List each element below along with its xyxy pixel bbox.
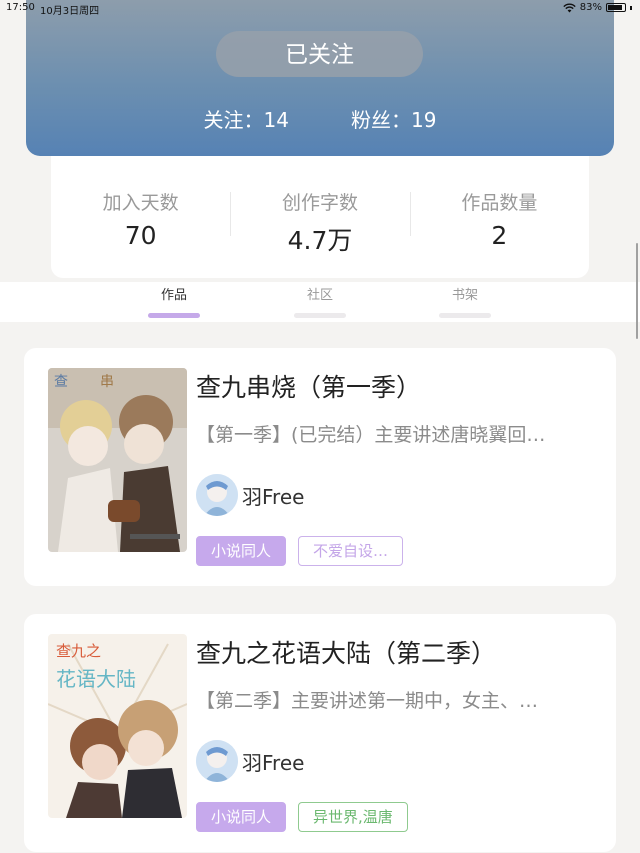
status-bar: 17:50 10月3日周四 83% — [0, 0, 640, 17]
author[interactable]: 羽Free — [196, 740, 304, 782]
avatar[interactable] — [196, 474, 238, 516]
tag-list: 小说同人 不爱自设… — [196, 536, 404, 566]
stat-label: 作品数量 — [461, 192, 538, 214]
stat-works-count: 作品数量 2 — [409, 156, 589, 278]
tag[interactable]: 小说同人 — [196, 536, 287, 566]
book-card[interactable]: 查 串 查九串烧（第一季） 【第一季】(已完结）主要讲述唐晓翼回… 羽Free … — [24, 348, 616, 586]
scrollbar[interactable] — [636, 243, 638, 339]
author-name[interactable]: 羽Free — [242, 747, 304, 776]
book-cover[interactable]: 查九之 花语大陆 — [48, 634, 187, 818]
tab-label: 作品 — [160, 288, 187, 303]
book-card[interactable]: 查九之 花语大陆 查九之花语大陆（第二季） 【第二季】主要讲述第一期中，女主、…… — [24, 614, 616, 852]
book-cover[interactable]: 查 串 — [48, 368, 187, 552]
tab-indicator — [294, 313, 346, 318]
stat-join-days: 加入天数 70 — [51, 156, 230, 278]
profile-header: 已关注 关注：14 粉丝：19 — [26, 0, 614, 156]
stat-value: 2 — [491, 221, 508, 250]
tag[interactable]: 小说同人 — [196, 802, 287, 832]
status-time: 17:50 — [6, 2, 35, 13]
tab-bookshelf[interactable]: 书架 — [425, 284, 505, 318]
svg-text:串: 串 — [100, 374, 114, 390]
book-description: 【第一季】(已完结）主要讲述唐晓翼回… — [196, 424, 546, 446]
tag[interactable]: 不爱自设… — [298, 536, 404, 566]
avatar-image-icon — [196, 474, 238, 516]
tab-bar: 作品 社区 书架 — [0, 282, 640, 322]
book-cover-art: 查 串 — [48, 368, 187, 552]
stat-label: 创作字数 — [281, 192, 358, 214]
book-description: 【第二季】主要讲述第一期中，女主、… — [196, 690, 539, 712]
tab-community[interactable]: 社区 — [280, 284, 360, 318]
book-title[interactable]: 查九之花语大陆（第二季） — [196, 634, 496, 670]
svg-text:花语大陆: 花语大陆 — [56, 667, 136, 691]
wifi-icon — [563, 3, 576, 12]
tag-list: 小说同人 异世界,温唐 — [196, 802, 408, 832]
battery-percent: 83% — [579, 2, 602, 13]
follow-button[interactable]: 已关注 — [216, 31, 423, 77]
stat-value: 4.7万 — [287, 226, 353, 255]
battery-tip-icon — [630, 5, 632, 10]
follow-counts: 关注：14 粉丝：19 — [26, 104, 614, 133]
stat-label: 加入天数 — [102, 192, 179, 214]
svg-text:查: 查 — [54, 374, 68, 390]
tag[interactable]: 异世界,温唐 — [298, 802, 408, 832]
status-date: 10月3日周四 — [40, 6, 100, 17]
tab-indicator — [148, 313, 200, 318]
tab-works[interactable]: 作品 — [134, 284, 214, 318]
author[interactable]: 羽Free — [196, 474, 304, 516]
tab-label: 社区 — [306, 288, 333, 303]
stats-card: 加入天数 70 创作字数 4.7万 作品数量 2 — [51, 156, 589, 278]
author-name[interactable]: 羽Free — [242, 481, 304, 510]
book-title[interactable]: 查九串烧（第一季） — [196, 368, 421, 404]
status-right: 83% — [563, 2, 632, 13]
stat-value: 70 — [124, 221, 157, 250]
followers-count[interactable]: 粉丝：19 — [351, 104, 436, 133]
stat-word-count: 创作字数 4.7万 — [230, 156, 409, 278]
tab-indicator — [439, 313, 491, 318]
tab-label: 书架 — [451, 288, 478, 303]
svg-text:查九之: 查九之 — [56, 642, 101, 660]
book-cover-art: 查九之 花语大陆 — [48, 634, 187, 818]
avatar-image-icon — [196, 740, 238, 782]
battery-icon — [606, 3, 626, 12]
following-count[interactable]: 关注：14 — [204, 104, 289, 133]
avatar[interactable] — [196, 740, 238, 782]
